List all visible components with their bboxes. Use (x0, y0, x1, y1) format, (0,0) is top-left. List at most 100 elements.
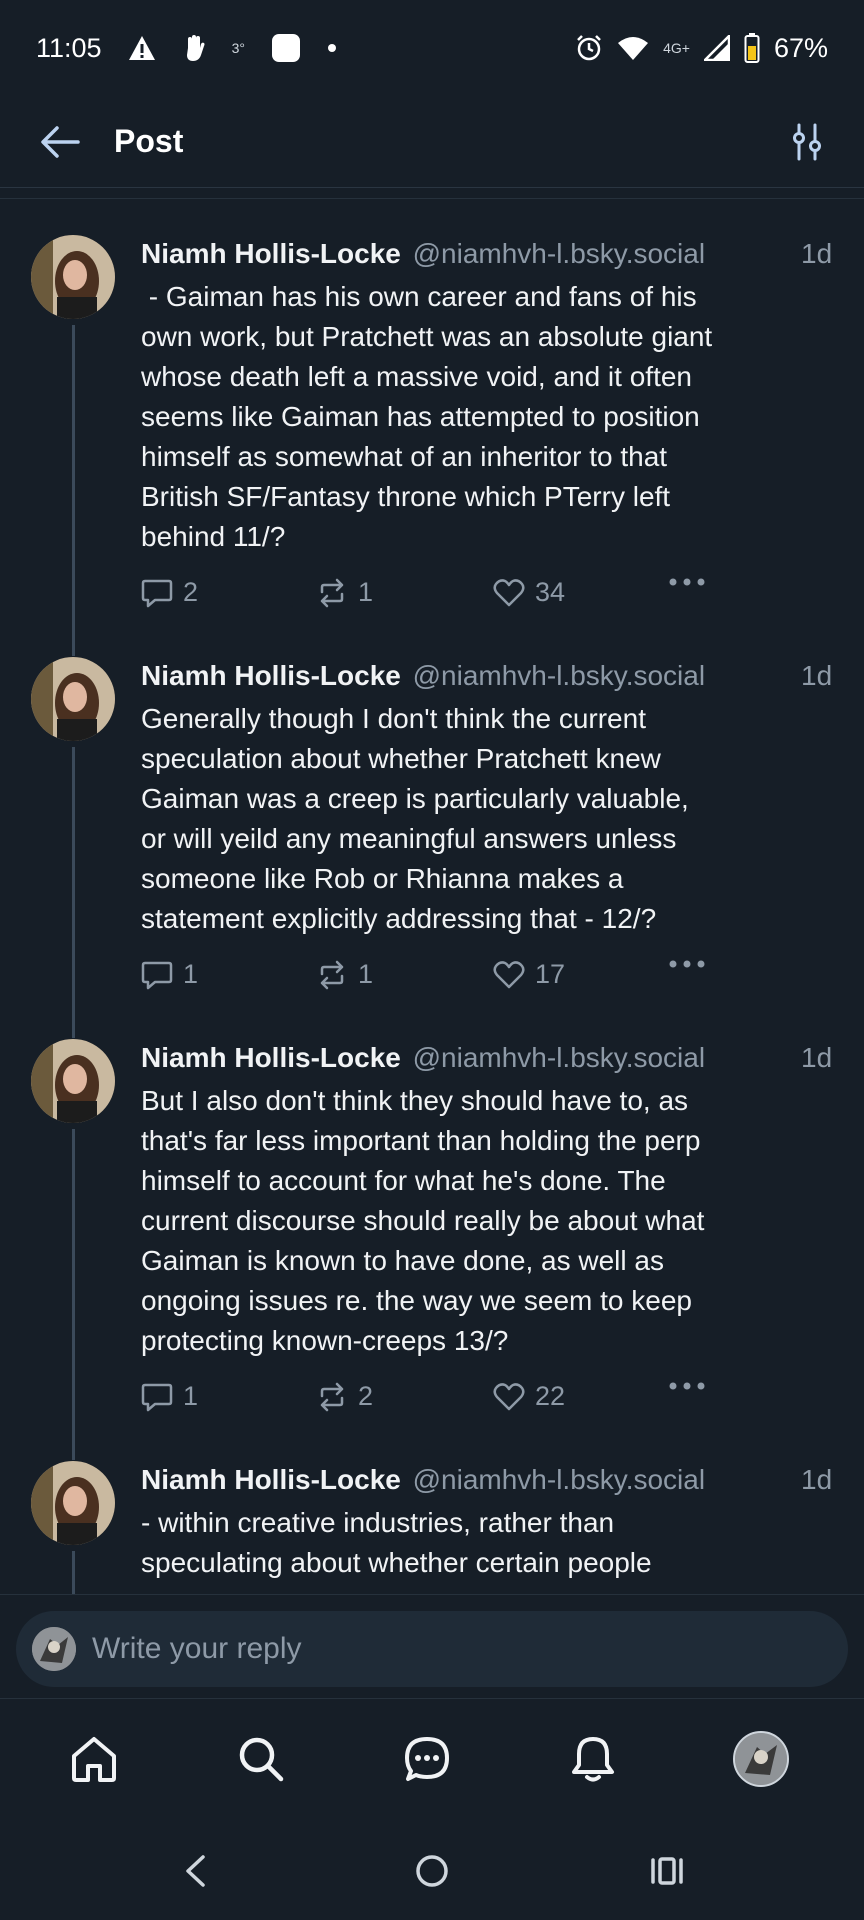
tab-profile[interactable] (731, 1729, 791, 1789)
app-notification-icon (271, 33, 301, 63)
like-count: 34 (535, 577, 566, 607)
more-options-button[interactable] (668, 959, 706, 969)
system-back-button[interactable] (170, 1846, 220, 1896)
thread-line (72, 747, 75, 1003)
thread-line (72, 1002, 75, 1038)
wifi-icon (617, 35, 649, 61)
tab-messages[interactable] (397, 1729, 457, 1789)
reply-count: 1 (183, 1381, 199, 1411)
status-time: 11:05 (36, 32, 102, 63)
post-text: But I also don't think they should have … (141, 1085, 705, 1356)
post-text: - within creative industries, rather tha… (141, 1507, 652, 1578)
post-content: Niamh Hollis-Locke @niamhvh-l.bsky.socia… (141, 1039, 841, 1361)
page-title: Post (114, 123, 184, 159)
my-avatar (32, 1627, 76, 1671)
home-icon (72, 1737, 116, 1782)
warning-icon (128, 35, 156, 61)
reply-input[interactable]: Write your reply (16, 1611, 848, 1687)
cell-signal-icon (703, 35, 730, 61)
reply-button[interactable]: 2 (141, 577, 198, 608)
avatar[interactable] (31, 1461, 115, 1545)
more-notifications-dot-icon (327, 43, 337, 53)
post-actions: 1 2 22 (141, 1381, 741, 1421)
author-name[interactable]: Niamh Hollis-Locke (141, 1464, 401, 1495)
thread-line (72, 1551, 75, 1594)
post-header: Niamh Hollis-Locke @niamhvh-l.bsky.socia… (141, 657, 841, 695)
network-type: 4G+ (663, 40, 690, 56)
heart-icon (493, 1382, 525, 1410)
thread-post[interactable]: Niamh Hollis-Locke @niamhvh-l.bsky.socia… (0, 620, 864, 1003)
author-handle[interactable]: @niamhvh-l.bsky.social (413, 660, 705, 691)
author-name[interactable]: Niamh Hollis-Locke (141, 238, 401, 269)
author-name[interactable]: Niamh Hollis-Locke (141, 660, 401, 691)
like-button[interactable]: 34 (493, 577, 565, 608)
post-time: 1d (801, 1042, 833, 1073)
bell-icon (572, 1737, 614, 1782)
thread-settings-sliders-icon[interactable] (790, 123, 824, 161)
like-count: 17 (535, 959, 566, 989)
more-options-button[interactable] (668, 1381, 706, 1391)
post-text: Generally though I don't think the curre… (141, 703, 689, 934)
post-time: 1d (801, 1464, 833, 1495)
post-content: Niamh Hollis-Locke @niamhvh-l.bsky.socia… (141, 235, 841, 557)
avatar[interactable] (31, 235, 115, 319)
repost-icon (320, 960, 344, 989)
author-name[interactable]: Niamh Hollis-Locke (141, 1042, 401, 1073)
chevron-left-icon (186, 1855, 205, 1887)
like-count: 22 (535, 1381, 566, 1411)
repost-count: 2 (358, 1381, 374, 1411)
avatar[interactable] (31, 1039, 115, 1123)
comment-icon (141, 1383, 173, 1411)
tab-home[interactable] (64, 1729, 124, 1789)
bottom-tab-bar (0, 1698, 864, 1818)
thread-post[interactable]: Niamh Hollis-Locke @niamhvh-l.bsky.socia… (0, 1002, 864, 1425)
chat-bubble-icon (405, 1737, 449, 1781)
author-handle[interactable]: @niamhvh-l.bsky.social (413, 1464, 705, 1495)
post-content: Niamh Hollis-Locke @niamhvh-l.bsky.socia… (141, 657, 841, 939)
tab-notifications[interactable] (563, 1729, 623, 1789)
reply-count: 1 (183, 959, 199, 989)
circle-home-icon (416, 1855, 448, 1887)
recents-icon (651, 1857, 683, 1885)
repost-count: 1 (358, 577, 374, 607)
avatar[interactable] (31, 657, 115, 741)
like-button[interactable]: 17 (493, 959, 565, 990)
repost-button[interactable]: 1 (316, 577, 373, 608)
author-handle[interactable]: @niamhvh-l.bsky.social (413, 1042, 705, 1073)
repost-button[interactable]: 2 (316, 1381, 373, 1412)
ellipsis-icon (669, 1382, 705, 1390)
post-time: 1d (801, 238, 833, 269)
status-bar: 11:05 3° 4G+ 67% (0, 0, 864, 96)
heart-icon (493, 578, 525, 606)
post-header: Niamh Hollis-Locke @niamhvh-l.bsky.socia… (141, 235, 841, 273)
more-options-button[interactable] (668, 577, 706, 587)
author-handle[interactable]: @niamhvh-l.bsky.social (413, 238, 705, 269)
top-header: Post (0, 96, 864, 188)
profile-avatar (733, 1731, 789, 1787)
back-arrow-icon[interactable] (40, 125, 80, 159)
thread-feed[interactable]: Niamh Hollis-Locke @niamhvh-l.bsky.socia… (0, 199, 864, 1594)
heart-icon (493, 960, 525, 988)
ellipsis-icon (669, 960, 705, 968)
thread-line (72, 620, 75, 656)
post-actions: 1 1 17 (141, 959, 741, 999)
reply-count: 2 (183, 577, 199, 607)
repost-count: 1 (358, 959, 374, 989)
thread-line (72, 325, 75, 621)
thread-post[interactable]: Niamh Hollis-Locke @niamhvh-l.bsky.socia… (0, 1424, 864, 1594)
thread-post[interactable]: Niamh Hollis-Locke @niamhvh-l.bsky.socia… (0, 199, 864, 621)
thread-line (72, 1424, 75, 1460)
tab-search[interactable] (231, 1729, 291, 1789)
post-header: Niamh Hollis-Locke @niamhvh-l.bsky.socia… (141, 1039, 841, 1077)
battery-icon (744, 33, 760, 63)
reply-button[interactable]: 1 (141, 959, 198, 990)
reply-button[interactable]: 1 (141, 1381, 198, 1412)
search-icon (239, 1737, 284, 1782)
repost-button[interactable]: 1 (316, 959, 373, 990)
system-recents-button[interactable] (642, 1846, 692, 1896)
post-time: 1d (801, 660, 833, 691)
system-home-button[interactable] (407, 1846, 457, 1896)
like-button[interactable]: 22 (493, 1381, 565, 1412)
thread-line (72, 1129, 75, 1425)
system-navigation-bar (0, 1818, 864, 1920)
